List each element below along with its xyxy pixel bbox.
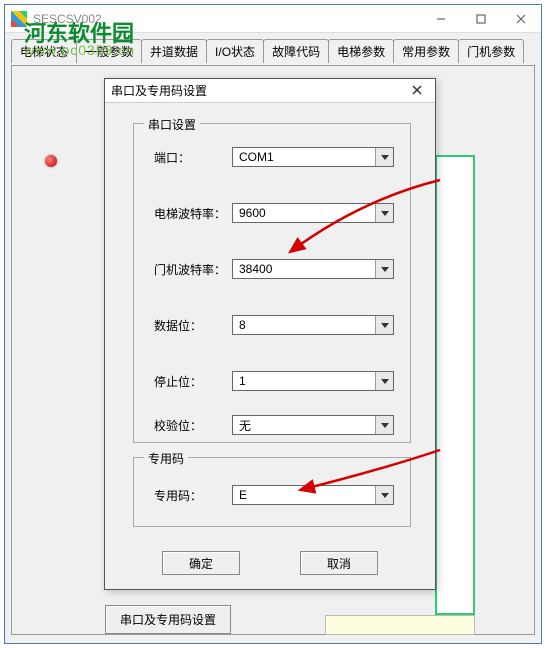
label-elev-baud: 电梯波特率：	[154, 205, 232, 222]
maximize-button[interactable]	[461, 5, 501, 33]
chevron-down-icon	[375, 204, 393, 222]
row-port: 端口： COM1	[154, 146, 394, 168]
ok-button[interactable]: 确定	[162, 551, 240, 575]
combo-special-code[interactable]: E	[232, 485, 394, 505]
group-special-code: 专用码 专用码： E	[133, 457, 411, 527]
tab-door-params[interactable]: 门机参数	[458, 39, 524, 63]
group-serial-label: 串口设置	[144, 116, 200, 133]
combo-door-baud[interactable]: 38400	[232, 259, 394, 279]
chevron-down-icon	[375, 148, 393, 166]
chevron-down-icon	[375, 316, 393, 334]
dialog-button-row: 确定 取消	[105, 551, 435, 575]
tab-shaft-data[interactable]: 井道数据	[141, 39, 207, 63]
dialog-title: 串口及专用码设置	[111, 82, 405, 99]
combo-stop-bits[interactable]: 1	[232, 371, 394, 391]
tab-elevator-params[interactable]: 电梯参数	[328, 39, 394, 63]
status-led-icon	[45, 155, 57, 167]
row-data-bits: 数据位： 8	[154, 314, 394, 336]
row-stop-bits: 停止位： 1	[154, 370, 394, 392]
combo-parity[interactable]: 无	[232, 415, 394, 435]
row-elev-baud: 电梯波特率： 9600	[154, 202, 394, 224]
chevron-down-icon	[375, 260, 393, 278]
tab-io-status[interactable]: I/O状态	[206, 39, 264, 63]
label-data-bits: 数据位：	[154, 317, 232, 334]
cancel-button[interactable]: 取消	[300, 551, 378, 575]
chevron-down-icon	[375, 486, 393, 504]
combo-data-bits[interactable]: 8	[232, 315, 394, 335]
combo-elev-baud[interactable]: 9600	[232, 203, 394, 223]
label-stop-bits: 停止位：	[154, 373, 232, 390]
watermark-url: www.pc0359.cn	[24, 42, 135, 58]
side-panel	[435, 155, 475, 615]
label-port: 端口：	[154, 149, 232, 166]
dialog-titlebar: 串口及专用码设置	[105, 79, 435, 103]
row-door-baud: 门机波特率： 38400	[154, 258, 394, 280]
combo-port[interactable]: COM1	[232, 147, 394, 167]
tab-fault-code[interactable]: 故障代码	[263, 39, 329, 63]
serial-settings-dialog: 串口及专用码设置 串口设置 端口： COM1 电梯波特率： 9600 门机波特率…	[104, 78, 436, 590]
label-special-code: 专用码：	[154, 487, 232, 504]
chevron-down-icon	[375, 416, 393, 434]
label-door-baud: 门机波特率：	[154, 261, 232, 278]
serial-settings-button[interactable]: 串口及专用码设置	[105, 605, 231, 634]
row-parity: 校验位： 无	[154, 414, 394, 436]
dialog-close-button[interactable]	[405, 84, 429, 98]
label-parity: 校验位：	[154, 417, 232, 434]
status-strip	[325, 615, 475, 635]
group-serial-settings: 串口设置 端口： COM1 电梯波特率： 9600 门机波特率： 38400 数…	[133, 123, 411, 443]
chevron-down-icon	[375, 372, 393, 390]
group-code-label: 专用码	[144, 450, 188, 467]
row-special-code: 专用码： E	[154, 484, 394, 506]
tab-common-params[interactable]: 常用参数	[393, 39, 459, 63]
minimize-button[interactable]	[421, 5, 461, 33]
close-button[interactable]	[501, 5, 541, 33]
